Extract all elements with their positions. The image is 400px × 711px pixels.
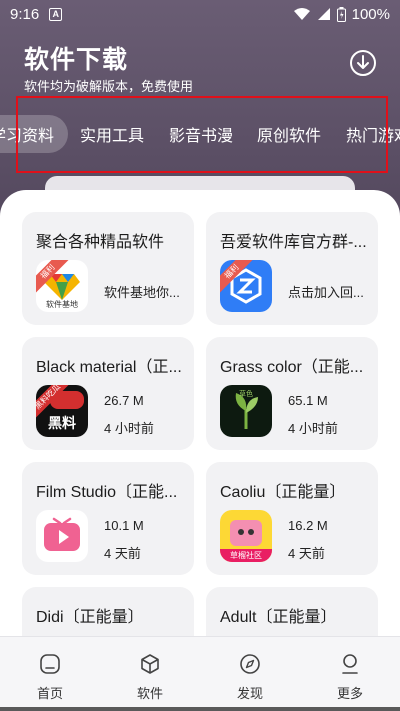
software-card[interactable]: Caoliu〔正能量〕 草榴社区 16.2 M 4 天前: [206, 462, 378, 575]
nav-more[interactable]: 更多: [300, 637, 400, 711]
nav-discover[interactable]: 发现: [200, 637, 300, 711]
card-description: 软件基地你...: [104, 285, 180, 300]
gesture-bar: [0, 707, 400, 711]
icon-caption: 黑料: [48, 415, 76, 431]
app-icon: [36, 510, 88, 562]
software-card[interactable]: 聚合各种精品软件 福利 软件基地 软件基地你...: [22, 212, 194, 325]
card-description: 点击加入回...: [288, 285, 364, 300]
icon-caption: 草榴社区: [220, 549, 272, 562]
notification-icon: A: [49, 7, 63, 21]
card-time: 4 小时前: [288, 421, 338, 436]
card-title: Didi〔正能量〕: [36, 609, 144, 626]
status-time: 9:16: [10, 5, 40, 23]
tab-media-books[interactable]: 影音书漫: [155, 115, 247, 153]
download-icon: [350, 50, 376, 76]
card-time: 4 天前: [104, 546, 141, 561]
card-title: 吾爱软件库官方群-...: [220, 234, 367, 251]
card-time: 4 小时前: [104, 421, 154, 436]
card-size: 16.2 M: [288, 518, 328, 533]
card-title: Grass color（正能...: [220, 359, 364, 376]
battery-percent: 100%: [351, 5, 390, 23]
status-bar: 9:16 A 100%: [0, 0, 400, 28]
card-time: 4 天前: [288, 546, 325, 561]
card-title: Black material（正...: [36, 359, 182, 376]
cube-icon: [141, 654, 159, 674]
card-size: 26.7 M: [104, 393, 144, 408]
card-title: Film Studio〔正能...: [36, 484, 178, 501]
app-icon: 黑料 黑料吃瓜: [36, 385, 88, 437]
nav-software[interactable]: 软件: [100, 637, 200, 711]
download-button[interactable]: [348, 48, 378, 78]
nav-label: 首页: [36, 686, 63, 701]
card-title: Adult〔正能量〕: [220, 609, 337, 626]
nav-label: 软件: [136, 686, 163, 701]
nav-home[interactable]: 首页: [0, 637, 100, 711]
software-card[interactable]: Black material（正... 黑料 黑料吃瓜 26.7 M 4 小时前: [22, 337, 194, 450]
user-icon: [342, 654, 358, 674]
signal-icon: [317, 8, 330, 20]
page-subtitle: 软件均为破解版本，免费使用: [24, 79, 194, 94]
icon-caption: 软件基地: [46, 300, 78, 309]
nav-label: 更多: [336, 686, 363, 701]
battery-icon: [336, 6, 346, 22]
tab-study-materials[interactable]: 学习资料: [0, 115, 69, 153]
category-tabs: 学习资料 实用工具 影音书漫 原创软件 热门游戏: [0, 115, 400, 153]
app-icon: 草榴社区: [220, 510, 272, 562]
app-icon: 草色: [220, 385, 272, 437]
content-sheet: 聚合各种精品软件 福利 软件基地 软件基地你... 吾爱软件库官方群-... 福…: [0, 190, 400, 711]
tab-hot-games[interactable]: 热门游戏: [332, 115, 400, 153]
page-title: 软件下载: [24, 46, 129, 74]
tab-original-software[interactable]: 原创软件: [243, 115, 335, 153]
app-icon: 福利: [220, 260, 272, 312]
app-icon: 福利 软件基地: [36, 260, 88, 312]
icon-caption: 草色: [239, 391, 253, 398]
card-size: 65.1 M: [288, 393, 328, 408]
software-card[interactable]: 吾爱软件库官方群-... 福利 点击加入回...: [206, 212, 378, 325]
home-icon: [40, 654, 60, 674]
card-title: Caoliu〔正能量〕: [220, 484, 346, 501]
card-title: 聚合各种精品软件: [36, 234, 165, 251]
bottom-navigation: 首页 软件 发现 更多: [0, 636, 400, 711]
software-card[interactable]: Grass color（正能... 草色 65.1 M 4 小时前: [206, 337, 378, 450]
compass-icon: [240, 654, 260, 674]
wifi-icon: [293, 8, 310, 20]
nav-label: 发现: [236, 686, 263, 701]
card-size: 10.1 M: [104, 518, 144, 533]
software-card[interactable]: Film Studio〔正能... 10.1 M 4 天前: [22, 462, 194, 575]
tv-play-icon: [44, 517, 80, 551]
tab-utility-tools[interactable]: 实用工具: [66, 115, 158, 153]
